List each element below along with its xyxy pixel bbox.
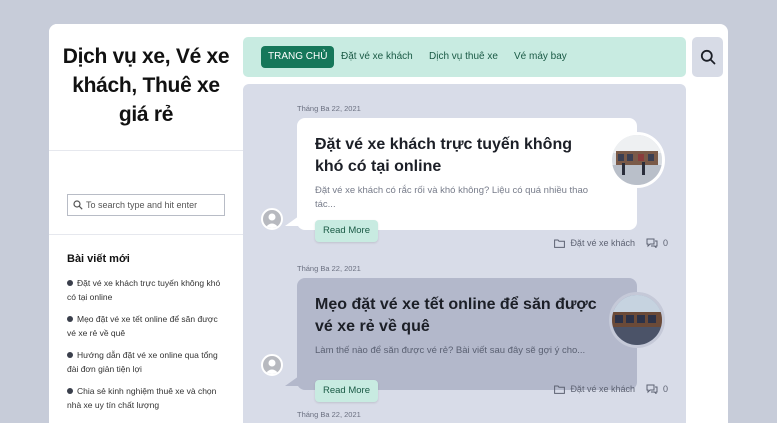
card-pointer: [285, 376, 299, 386]
post-feed: Tháng Ba 22, 2021 Đặt vé xe khách trực t…: [243, 84, 686, 423]
post-date: Tháng Ba 22, 2021: [297, 410, 361, 419]
post-thumbnail[interactable]: [609, 292, 665, 348]
sidebar-divider: [49, 150, 243, 151]
bullet-icon: [67, 388, 73, 394]
post-excerpt: Làm thế nào để săn được vé rẻ? Bài viết …: [315, 345, 586, 356]
page-frame: Dịch vụ xe, Vé xe khách, Thuê xe giá rẻ …: [49, 24, 728, 423]
user-icon: [265, 213, 279, 228]
main-nav: TRANG CHỦ Đặt vé xe khách Dịch vụ thuê x…: [243, 37, 686, 77]
post-category[interactable]: Đặt vé xe khách: [570, 238, 635, 248]
sidebar-divider: [49, 234, 243, 235]
sidebar-search-input[interactable]: [86, 200, 221, 210]
bullet-icon: [67, 280, 73, 286]
bus-station-photo: [612, 135, 662, 185]
post-date: Tháng Ba 22, 2021: [297, 264, 361, 273]
folder-icon: [554, 385, 566, 394]
post-card: Đặt vé xe khách trực tuyến không khó có …: [285, 118, 665, 242]
recent-post-item[interactable]: Đặt vé xe khách trực tuyến không khó có …: [67, 276, 229, 304]
nav-item-flight-tickets[interactable]: Vé máy bay: [514, 46, 567, 68]
comments-icon: [646, 238, 658, 248]
post-title[interactable]: Mẹo đặt vé xe tết online để săn được vé …: [315, 294, 599, 338]
post-title[interactable]: Đặt vé xe khách trực tuyến không khó có …: [315, 134, 599, 178]
card-pointer: [285, 216, 299, 226]
comments-icon: [646, 384, 658, 394]
sidebar-search[interactable]: [67, 194, 225, 216]
user-icon: [265, 359, 279, 374]
post-thumbnail[interactable]: [609, 132, 665, 188]
author-avatar[interactable]: [261, 354, 283, 376]
recent-post-item[interactable]: Chia sẻ kinh nghiệm thuê xe và chọn nhà …: [67, 384, 229, 412]
read-more-button[interactable]: Read More: [315, 380, 378, 402]
bullet-icon: [67, 352, 73, 358]
sidebar: Dịch vụ xe, Vé xe khách, Thuê xe giá rẻ …: [49, 24, 243, 423]
author-avatar[interactable]: [261, 208, 283, 230]
nav-item-car-rental[interactable]: Dịch vụ thuê xe: [429, 46, 498, 68]
post-meta: Đặt vé xe khách 0: [554, 384, 668, 394]
search-button[interactable]: [692, 37, 723, 77]
search-icon: [73, 200, 83, 210]
post-meta: Đặt vé xe khách 0: [554, 238, 668, 248]
post-comment-count[interactable]: 0: [663, 238, 668, 248]
recent-posts-heading: Bài viết mới: [67, 253, 130, 265]
post-category[interactable]: Đặt vé xe khách: [570, 384, 635, 394]
post-excerpt: Đặt vé xe khách có rắc rối và khó không?…: [315, 185, 589, 210]
read-more-button[interactable]: Read More: [315, 220, 378, 242]
post-comment-count[interactable]: 0: [663, 384, 668, 394]
bus-station-photo: [612, 295, 662, 345]
recent-posts-list: Đặt vé xe khách trực tuyến không khó có …: [67, 276, 229, 420]
recent-post-item[interactable]: Hướng dẫn đặt vé xe online qua tổng đài …: [67, 348, 229, 376]
recent-post-item[interactable]: Mẹo đặt vé xe tết online để săn được vé …: [67, 312, 229, 340]
post-card: Mẹo đặt vé xe tết online để săn được vé …: [285, 278, 665, 402]
nav-item-home[interactable]: TRANG CHỦ: [261, 46, 335, 68]
bullet-icon: [67, 316, 73, 322]
search-icon: [700, 49, 715, 65]
post-date: Tháng Ba 22, 2021: [297, 104, 361, 113]
folder-icon: [554, 239, 566, 248]
site-title[interactable]: Dịch vụ xe, Vé xe khách, Thuê xe giá rẻ: [57, 42, 235, 129]
nav-item-bus-tickets[interactable]: Đặt vé xe khách: [341, 46, 413, 68]
